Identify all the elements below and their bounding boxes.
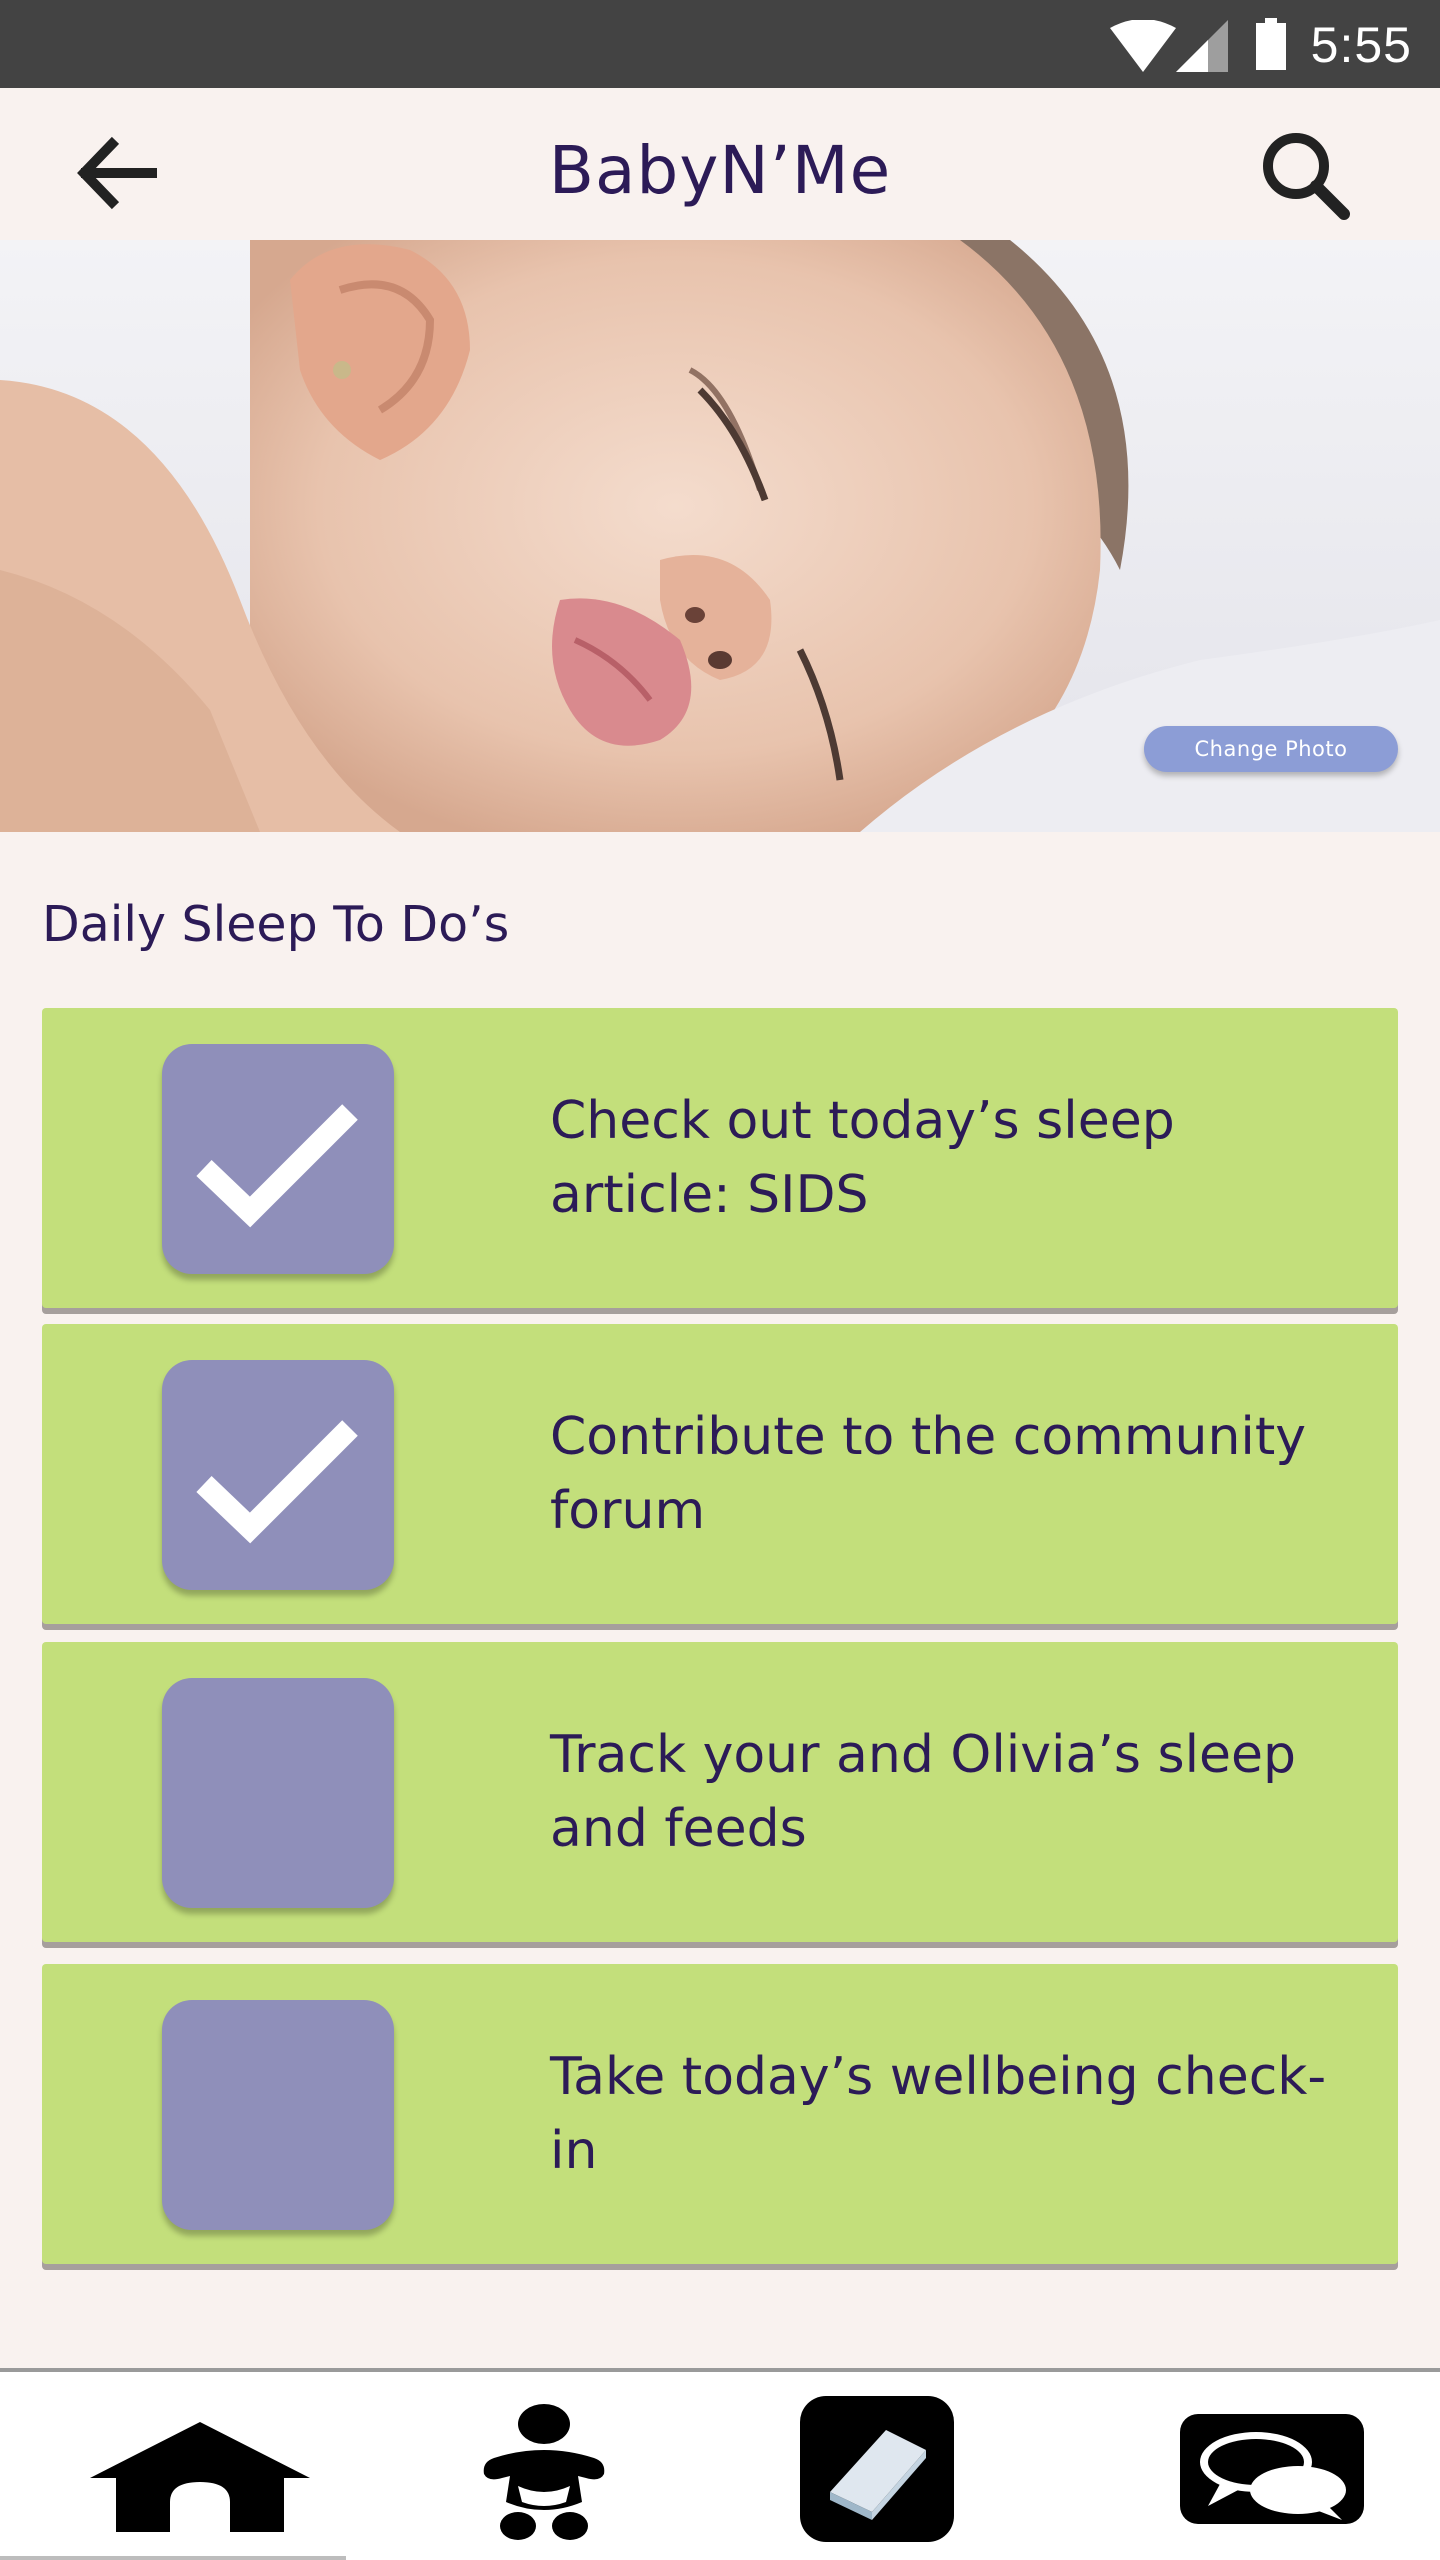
todo-checkbox[interactable] [162,2000,394,2230]
baby-icon [483,2404,605,2540]
todo-item[interactable]: Track your and Olivia’s sleep and feeds [42,1642,1398,1942]
status-bar: 5:55 [0,0,1440,88]
checkmark-icon [196,1420,358,1544]
todo-label: Contribute to the community forum [550,1407,1307,1541]
nav-community-button[interactable] [1180,2414,1364,2529]
hero-photo: Change Photo [0,240,1440,832]
app-bar: BabyN’Me [0,88,1440,240]
todo-checkbox[interactable] [162,1044,394,1274]
app-title: BabyN’Me [548,132,892,209]
section-title: Daily Sleep To Do’s [42,896,510,953]
book-icon [800,2396,954,2542]
nav-active-indicator [0,2556,346,2560]
todo-item[interactable]: Contribute to the community forum [42,1324,1398,1624]
todo-checkbox[interactable] [162,1360,394,1590]
todo-item[interactable]: Take today’s wellbeing check-in [42,1964,1398,2264]
search-button[interactable] [1258,128,1354,224]
todo-label: Track your and Olivia’s sleep and feeds [550,1725,1297,1859]
bottom-navigation [0,2368,1440,2560]
checkmark-icon [196,1104,358,1228]
todo-item[interactable]: Check out today’s sleep article: SIDS [42,1008,1398,1308]
search-icon [1263,133,1350,220]
battery-icon [1256,18,1286,70]
home-icon [90,2422,310,2532]
nav-home-button[interactable] [90,2422,310,2537]
cellular-signal-icon [1176,20,1228,72]
change-photo-button[interactable]: Change Photo [1144,726,1398,772]
chat-bubbles-icon [1180,2414,1364,2524]
wifi-icon [1110,20,1176,72]
nav-journal-button[interactable] [800,2396,954,2547]
todo-label: Take today’s wellbeing check-in [550,2047,1327,2181]
status-time: 5:55 [1310,17,1412,73]
todo-checkbox[interactable] [162,1678,394,1908]
todo-label: Check out today’s sleep article: SIDS [550,1091,1175,1225]
nav-baby-button[interactable] [474,2402,614,2547]
